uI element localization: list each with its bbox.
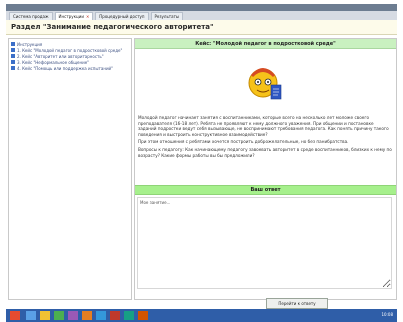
document-icon	[11, 42, 15, 46]
windows-taskbar: 10:08	[6, 309, 397, 322]
document-icon	[11, 54, 15, 58]
tab-access[interactable]: Процедурный доступ	[95, 12, 149, 20]
case-question: Вопросы к педагогу: Как начинающему педа…	[138, 146, 392, 158]
tab-label: Система продаж	[13, 14, 49, 19]
tab-system[interactable]: Система продаж	[9, 12, 53, 20]
document-icon	[11, 48, 15, 52]
case-title: Кейс: "Молодой педагог в подростковой ср…	[195, 41, 336, 47]
start-icon[interactable]	[10, 311, 20, 320]
window-titlebar	[6, 4, 397, 11]
sidebar-item-label: 2. Кейс "Авторитет или авторитарность"	[17, 53, 104, 59]
submit-answer-button[interactable]: Перейти к ответу	[266, 298, 328, 309]
browser-icon[interactable]	[54, 311, 64, 320]
tab-label: Инструкции	[58, 14, 84, 19]
case-navigation-panel: Инструкция 1. Кейс "Молодой педагог в по…	[8, 38, 132, 300]
screen: Система продаж Инструкции ✕ Процедурный д…	[0, 0, 403, 322]
media-icon[interactable]	[68, 311, 78, 320]
sidebar-item-case-4[interactable]: 4. Кейс "Помощь или поддержка испытаний"	[11, 65, 129, 71]
case-description: Молодой педагог начинает занятия с воспи…	[138, 115, 393, 160]
sidebar-item-label: Инструкция	[17, 41, 43, 47]
browser-tabstrip: Система продаж Инструкции ✕ Процедурный д…	[6, 11, 397, 20]
sidebar-item-label: 3. Кейс "Неформальное общение"	[17, 59, 90, 65]
sidebar-item-label: 1. Кейс "Молодой педагог в подростковой …	[17, 47, 123, 53]
case-paragraph: При этом отношения с ребятами хочется по…	[138, 139, 349, 145]
pdf-icon[interactable]	[110, 311, 120, 320]
tab-results[interactable]: Результаты	[150, 12, 184, 20]
document-icon	[11, 66, 15, 70]
answer-title: Ваш ответ	[250, 187, 281, 193]
tab-label: Результаты	[154, 14, 180, 19]
folder-icon[interactable]	[40, 311, 50, 320]
tab-instructions[interactable]: Инструкции ✕	[54, 12, 94, 20]
case-header: Кейс: "Молодой педагог в подростковой ср…	[135, 39, 396, 49]
thinking-smiley-illustration	[248, 68, 282, 100]
system-clock: 10:08	[381, 312, 393, 317]
case-paragraph: Молодой педагог начинает занятия с воспи…	[138, 115, 389, 137]
sidebar-item-case-1[interactable]: 1. Кейс "Молодой педагог в подростковой …	[11, 47, 129, 53]
tab-label: Процедурный доступ	[99, 14, 145, 19]
close-icon[interactable]: ✕	[86, 14, 89, 19]
word-icon[interactable]	[96, 311, 106, 320]
explorer-icon[interactable]	[26, 311, 36, 320]
document-icon	[11, 60, 15, 64]
section-header: Раздел "Занимание педагогического автори…	[6, 20, 397, 35]
app-icon[interactable]	[138, 311, 148, 320]
case-content-panel: Кейс: "Молодой педагог в подростковой ср…	[134, 38, 397, 300]
section-title: Раздел "Занимание педагогического автори…	[11, 23, 214, 31]
answer-header: Ваш ответ	[135, 185, 396, 195]
app-icon[interactable]	[82, 311, 92, 320]
sidebar-item-label: 4. Кейс "Помощь или поддержка испытаний"	[17, 65, 113, 71]
app-icon[interactable]	[124, 311, 134, 320]
answer-textarea[interactable]: Мое занятие...	[137, 197, 392, 289]
